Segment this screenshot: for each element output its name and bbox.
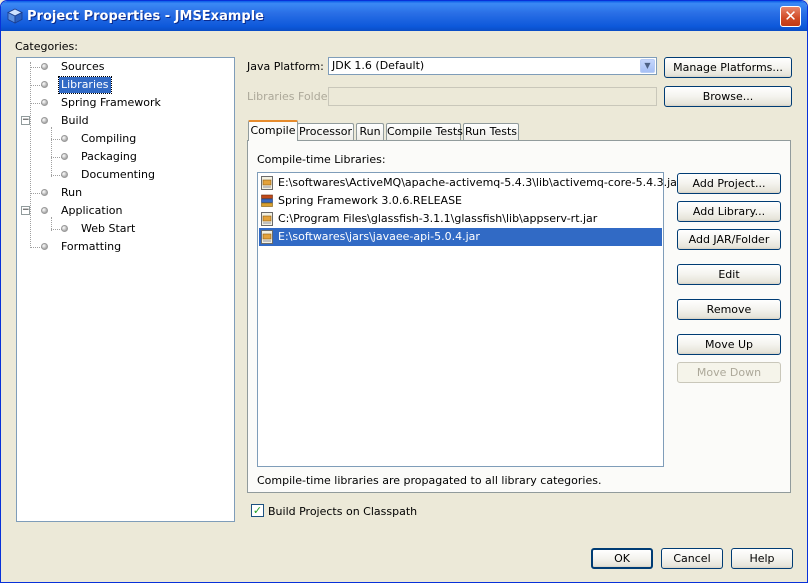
remove-button[interactable]: Remove — [677, 299, 781, 320]
library-row[interactable]: E:\softwares\jars\javaee-api-5.0.4.jar — [259, 228, 662, 246]
node-icon — [61, 225, 68, 232]
node-icon — [41, 189, 48, 196]
netbeans-cube-icon — [7, 8, 23, 24]
category-compiling[interactable]: Compiling — [17, 131, 232, 147]
collapse-icon[interactable]: − — [21, 206, 30, 215]
node-icon — [41, 81, 48, 88]
java-platform-select[interactable]: JDK 1.6 (Default) ▼ — [328, 57, 657, 75]
category-label: Spring Framework — [61, 96, 161, 109]
category-label: Sources — [61, 60, 105, 73]
compile-libraries-note: Compile-time libraries are propagated to… — [257, 474, 602, 487]
library-row[interactable]: E:\softwares\ActiveMQ\apache-activemq-5.… — [259, 174, 681, 192]
libraries-folder-label: Libraries Folder: — [247, 90, 336, 103]
compile-libraries-label: Compile-time Libraries: — [257, 153, 386, 166]
category-web-start[interactable]: Web Start — [17, 221, 232, 237]
jar-icon — [261, 230, 273, 244]
category-label: Application — [61, 204, 123, 217]
jar-icon — [261, 176, 273, 190]
close-button[interactable]: ✕ — [780, 6, 801, 27]
move-up-button[interactable]: Move Up — [677, 334, 781, 355]
library-icon — [261, 194, 273, 207]
category-label: Packaging — [81, 150, 137, 163]
tab-compile[interactable]: Compile — [248, 120, 298, 141]
library-label: Spring Framework 3.0.6.RELEASE — [278, 194, 462, 207]
add-jar-folder-button[interactable]: Add JAR/Folder — [677, 229, 781, 250]
move-down-button: Move Down — [677, 362, 781, 383]
java-platform-label: Java Platform: — [247, 60, 324, 73]
tab-processor[interactable]: Processor — [297, 123, 354, 141]
category-label: Build — [61, 114, 89, 127]
node-icon — [61, 171, 68, 178]
node-icon — [61, 153, 68, 160]
cancel-button[interactable]: Cancel — [661, 548, 723, 569]
library-label: E:\softwares\ActiveMQ\apache-activemq-5.… — [278, 176, 682, 189]
category-label: Compiling — [81, 132, 137, 145]
tab-compile-tests[interactable]: Compile Tests — [386, 123, 463, 141]
chevron-down-icon[interactable]: ▼ — [640, 59, 655, 73]
build-on-classpath-label[interactable]: Build Projects on Classpath — [268, 505, 417, 518]
library-row[interactable]: C:\Program Files\glassfish-3.1.1\glassfi… — [259, 210, 662, 228]
node-icon — [61, 135, 68, 142]
jar-icon — [261, 212, 273, 226]
category-build[interactable]: − Build — [17, 113, 232, 129]
node-icon — [41, 99, 48, 106]
category-label: Web Start — [81, 222, 136, 235]
browse-button[interactable]: Browse... — [664, 86, 792, 107]
categories-tree[interactable]: Sources Libraries Spring Framework − Bui… — [16, 57, 235, 522]
category-libraries[interactable]: Libraries — [17, 76, 232, 94]
title-bar[interactable]: Project Properties - JMSExample ✕ — [1, 1, 807, 31]
project-properties-dialog: Project Properties - JMSExample ✕ Catego… — [0, 0, 808, 583]
category-formatting[interactable]: Formatting — [17, 239, 232, 255]
collapse-icon[interactable]: − — [21, 116, 30, 125]
node-icon — [41, 63, 48, 70]
category-label: Libraries — [58, 76, 112, 94]
node-icon — [41, 243, 48, 250]
add-project-button[interactable]: Add Project... — [677, 173, 781, 194]
java-platform-value: JDK 1.6 (Default) — [332, 59, 425, 72]
ok-button[interactable]: OK — [591, 548, 653, 569]
node-icon — [41, 207, 48, 214]
manage-platforms-button[interactable]: Manage Platforms... — [664, 57, 792, 78]
category-documenting[interactable]: Documenting — [17, 167, 232, 183]
category-sources[interactable]: Sources — [17, 59, 232, 75]
node-icon — [41, 117, 48, 124]
build-on-classpath-checkbox[interactable]: ✓ — [251, 504, 264, 517]
close-icon: ✕ — [784, 7, 797, 25]
category-label: Formatting — [61, 240, 122, 253]
tab-run[interactable]: Run — [356, 123, 384, 141]
edit-button[interactable]: Edit — [677, 264, 781, 285]
category-label: Documenting — [81, 168, 155, 181]
libraries-folder-field — [328, 87, 657, 106]
category-label: Run — [61, 186, 83, 199]
categories-label: Categories: — [15, 40, 78, 53]
library-row[interactable]: Spring Framework 3.0.6.RELEASE — [259, 192, 662, 210]
checkmark-icon: ✓ — [252, 504, 263, 517]
category-application[interactable]: − Application — [17, 203, 232, 219]
category-packaging[interactable]: Packaging — [17, 149, 232, 165]
category-spring-framework[interactable]: Spring Framework — [17, 95, 232, 111]
compile-libraries-list[interactable]: E:\softwares\ActiveMQ\apache-activemq-5.… — [257, 172, 681, 467]
library-label: C:\Program Files\glassfish-3.1.1\glassfi… — [278, 212, 598, 225]
library-label: E:\softwares\jars\javaee-api-5.0.4.jar — [278, 230, 480, 243]
add-library-button[interactable]: Add Library... — [677, 201, 781, 222]
tab-run-tests[interactable]: Run Tests — [463, 123, 519, 141]
help-button[interactable]: Help — [731, 548, 793, 569]
window-title: Project Properties - JMSExample — [27, 9, 264, 24]
category-run[interactable]: Run — [17, 185, 232, 201]
